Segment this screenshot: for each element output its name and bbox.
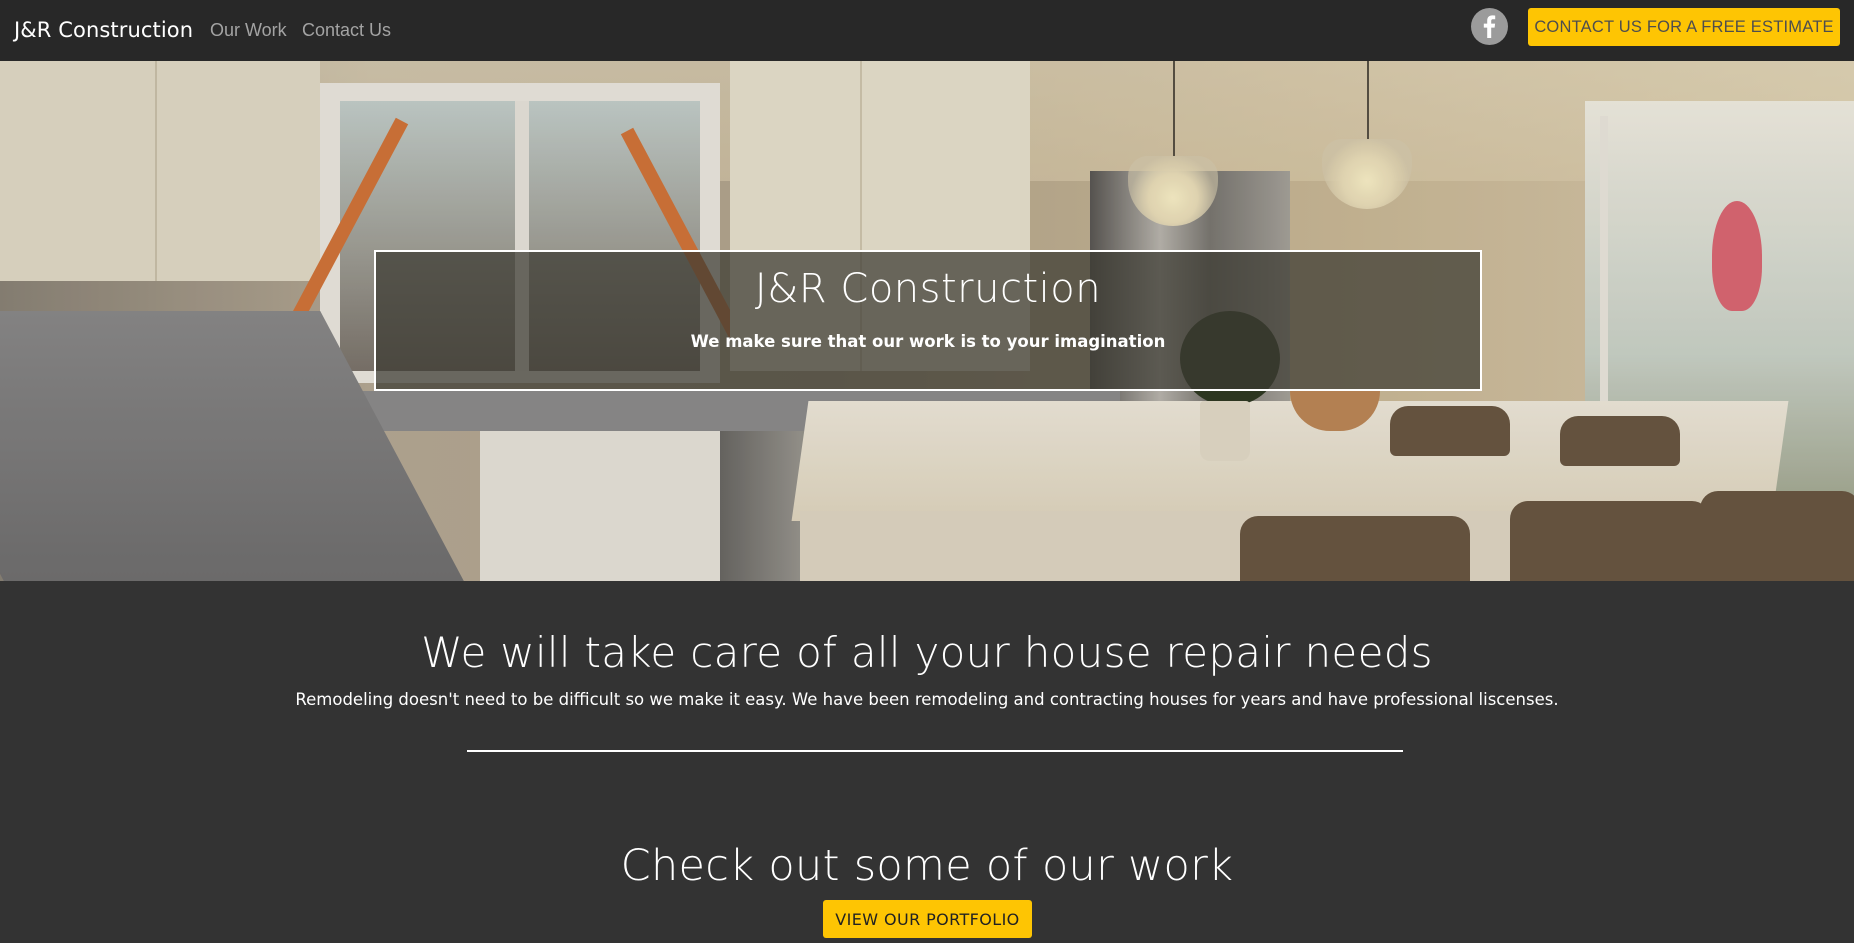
nav-link-our-work[interactable]: Our Work (210, 20, 287, 41)
repair-description: Remodeling doesn't need to be difficult … (295, 690, 1559, 709)
hero-tagline: We make sure that our work is to your im… (690, 332, 1166, 351)
nav-link-contact-us[interactable]: Contact Us (302, 20, 391, 41)
hero-title: J&R Construction (754, 266, 1102, 312)
section-divider (467, 750, 1403, 752)
repair-heading: We will take care of all your house repa… (421, 628, 1433, 677)
hero-caption-box: J&R Construction We make sure that our w… (374, 250, 1482, 391)
free-estimate-button[interactable]: CONTACT US FOR A FREE ESTIMATE (1528, 8, 1840, 46)
facebook-icon[interactable] (1471, 8, 1508, 45)
top-navbar: J&R Construction Our Work Contact Us CON… (0, 0, 1854, 61)
work-heading: Check out some of our work (620, 841, 1234, 891)
brand-link[interactable]: J&R Construction (14, 18, 193, 42)
view-portfolio-button[interactable]: VIEW OUR PORTFOLIO (823, 900, 1032, 938)
